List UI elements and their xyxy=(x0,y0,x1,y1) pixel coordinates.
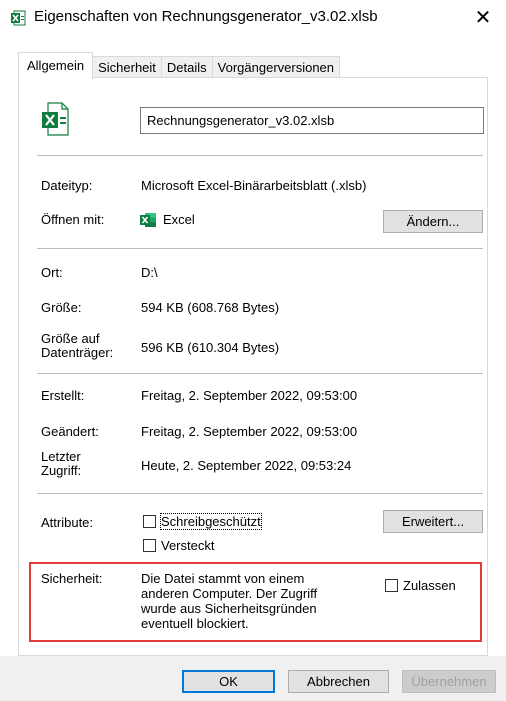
size-value: 594 KB (608.768 Bytes) xyxy=(141,300,280,315)
close-button[interactable]: ✕ xyxy=(460,0,506,34)
location-label: Ort: xyxy=(41,265,63,280)
filename-input[interactable]: Rechnungsgenerator_v3.02.xlsb xyxy=(140,107,484,134)
advanced-button-label: Erweitert... xyxy=(401,514,465,529)
change-button[interactable]: Ändern... xyxy=(383,210,483,233)
close-icon: ✕ xyxy=(474,6,492,29)
tab-strip: Allgemein Sicherheit Details Vorgängerve… xyxy=(18,52,341,79)
divider xyxy=(37,373,483,374)
tab-security[interactable]: Sicherheit xyxy=(92,56,162,79)
modified-value: Freitag, 2. September 2022, 09:53:00 xyxy=(141,424,358,439)
divider xyxy=(37,248,483,249)
security-label: Sicherheit: xyxy=(41,571,103,586)
created-label: Erstellt: xyxy=(41,388,85,403)
tab-general[interactable]: Allgemein xyxy=(18,52,94,79)
title-bar: Eigenschaften von Rechnungsgenerator_v3.… xyxy=(0,0,506,34)
tab-details[interactable]: Details xyxy=(160,56,213,79)
unblock-label[interactable]: Zulassen xyxy=(403,578,456,593)
ok-button[interactable]: OK xyxy=(182,670,275,693)
advanced-button[interactable]: Erweitert... xyxy=(383,510,483,533)
openwith-label: Öffnen mit: xyxy=(41,212,105,227)
unblock-checkbox[interactable] xyxy=(385,579,398,592)
divider xyxy=(37,155,483,156)
general-panel: Rechnungsgenerator_v3.02.xlsb Dateityp: … xyxy=(18,77,488,656)
location-value: D:\ xyxy=(141,265,158,280)
accessed-value: Heute, 2. September 2022, 09:53:24 xyxy=(141,458,352,473)
hidden-checkbox[interactable] xyxy=(143,539,156,552)
disksize-value: 596 KB (610.304 Bytes) xyxy=(141,340,280,355)
hidden-label[interactable]: Versteckt xyxy=(161,538,214,553)
divider xyxy=(37,493,483,494)
window-title: Eigenschaften von Rechnungsgenerator_v3.… xyxy=(34,8,378,25)
filetype-value: Microsoft Excel-Binärarbeitsblatt (.xlsb… xyxy=(141,178,367,193)
modified-label: Geändert: xyxy=(41,424,99,439)
tab-previous-versions[interactable]: Vorgängerversionen xyxy=(211,56,341,79)
filetype-label: Dateityp: xyxy=(41,178,93,193)
excel-app-icon xyxy=(140,213,156,227)
ok-button-label: OK xyxy=(219,674,238,689)
readonly-label[interactable]: Schreibgeschützt xyxy=(160,513,262,530)
excel-file-icon xyxy=(11,10,26,26)
cancel-button[interactable]: Abbrechen xyxy=(288,670,389,693)
readonly-checkbox[interactable] xyxy=(143,515,156,528)
size-label: Größe: xyxy=(41,300,82,315)
apply-button-label: Übernehmen xyxy=(411,674,487,689)
excel-file-large-icon xyxy=(42,102,69,136)
attributes-label: Attribute: xyxy=(41,515,94,530)
disksize-label: Größe auf Datenträger: xyxy=(41,331,114,360)
apply-button[interactable]: Übernehmen xyxy=(402,670,496,693)
change-button-label: Ändern... xyxy=(406,214,460,229)
accessed-label: Letzter Zugriff: xyxy=(41,449,82,478)
security-message: Die Datei stammt von einem anderen Compu… xyxy=(141,571,318,631)
cancel-button-label: Abbrechen xyxy=(307,674,370,689)
openwith-value: Excel xyxy=(163,212,195,227)
created-value: Freitag, 2. September 2022, 09:53:00 xyxy=(141,388,358,403)
